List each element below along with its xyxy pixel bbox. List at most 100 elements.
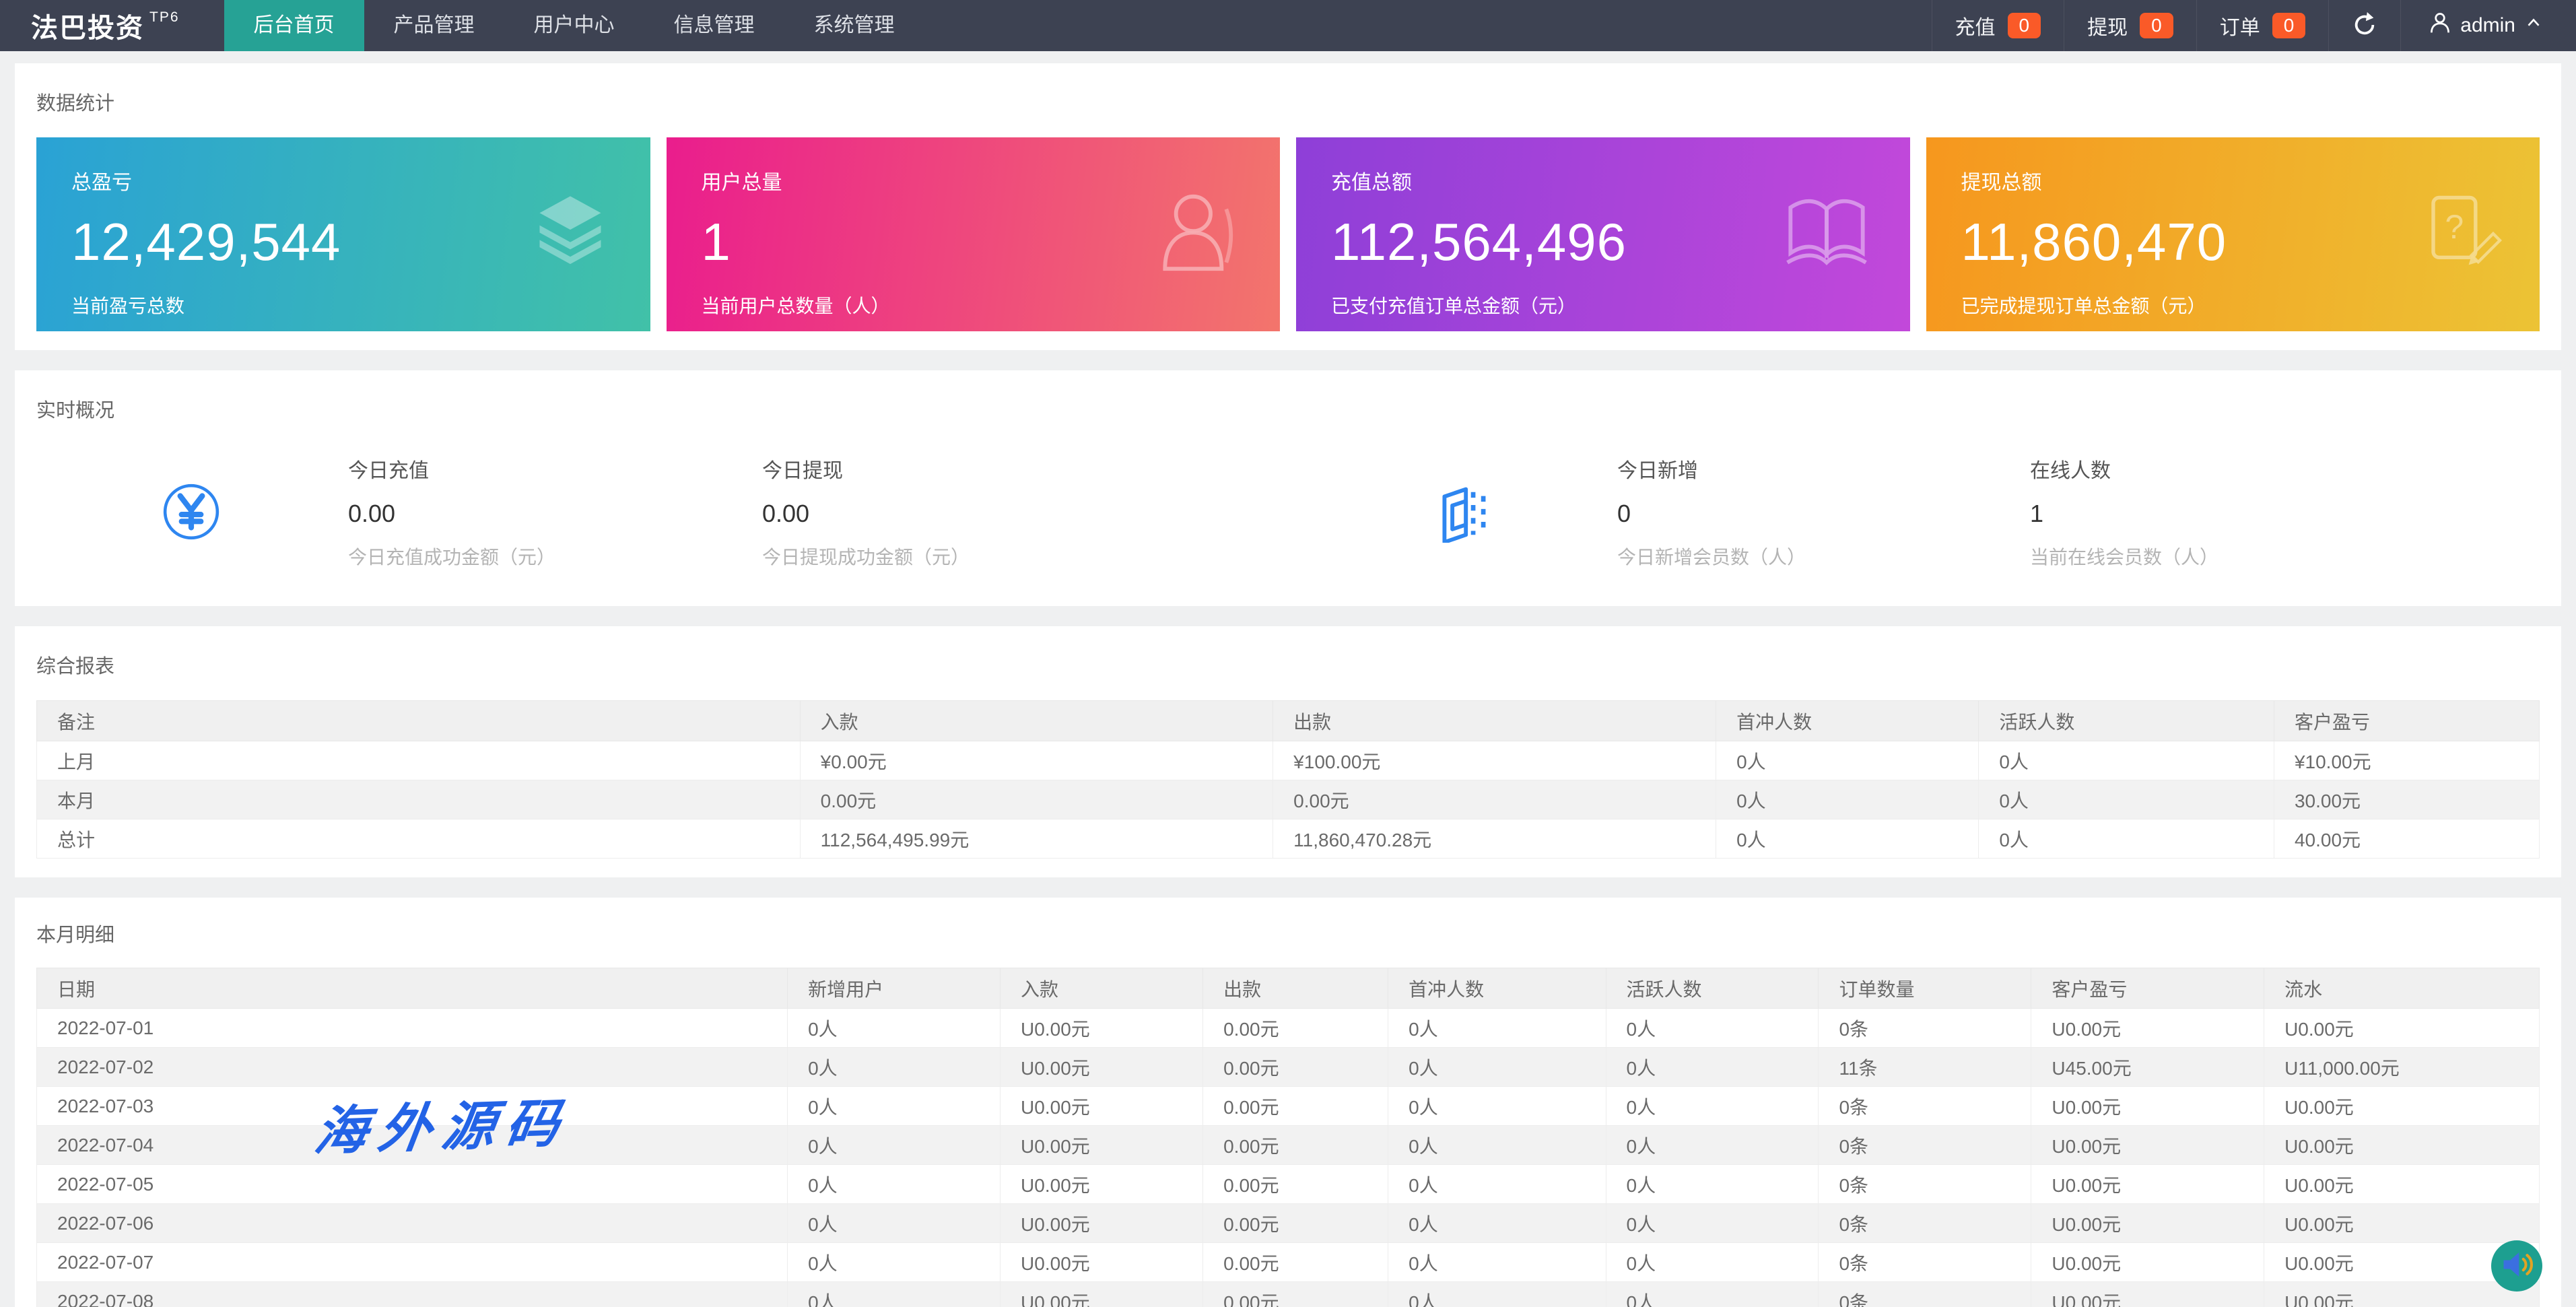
table-cell: U0.00元 (1000, 1047, 1204, 1087)
table-cell: U0.00元 (2031, 1164, 2265, 1204)
stat-card-total-recharge: 充值总额 112,564,496 已支付充值订单总金额（元） (1296, 137, 1910, 331)
realtime-label: 在线人数 (2030, 460, 2111, 482)
month-detail-title: 本月明细 (36, 925, 115, 946)
menu-item-dashboard[interactable]: 后台首页 (224, 0, 364, 51)
nav-orders[interactable]: 订单 0 (2196, 0, 2329, 51)
table-cell: ¥100.00元 (1273, 741, 1717, 780)
table-row: 上月 ¥0.00元 ¥100.00元 0人 0人 ¥10.00元 (36, 741, 2540, 780)
table-cell: U0.00元 (2264, 1125, 2540, 1165)
table-cell: 0.00元 (1202, 1047, 1389, 1087)
table-cell: U0.00元 (2031, 1242, 2265, 1282)
month-detail-panel: 本月明细 日期 新增用户 入款 出款 首冲人数 活跃人数 订单数量 客户盈亏 流水 2022-07… (15, 898, 2561, 1307)
nav-withdraw[interactable]: 提现 0 (2064, 0, 2196, 51)
table-cell: 0人 (1716, 819, 1979, 859)
table-cell: 0条 (1818, 1203, 2032, 1243)
table-cell: 0人 (1388, 1086, 1606, 1126)
table-header-cell: 客户盈亏 (2031, 968, 2265, 1009)
table-cell: ¥0.00元 (799, 741, 1274, 780)
table-header-cell: 流水 (2264, 968, 2540, 1009)
refresh-button[interactable] (2328, 0, 2400, 51)
table-cell: 0人 (787, 1086, 1001, 1126)
realtime-item-today-new: 今日新增 0 今日新增会员数（人） (1617, 454, 2030, 570)
summary-report-title: 综合报表 (36, 656, 115, 677)
sound-toggle-button[interactable] (2491, 1240, 2542, 1292)
table-cell: 0人 (1605, 1281, 1819, 1307)
file-question-icon: ? (2416, 189, 2503, 280)
table-cell: 11条 (1818, 1047, 2032, 1087)
table-header-cell: 入款 (1000, 968, 1204, 1009)
realtime-desc: 今日提现成功金额（元） (762, 547, 970, 568)
svg-text:?: ? (2445, 208, 2464, 246)
menu-item-users[interactable]: 用户中心 (504, 0, 644, 51)
realtime-desc: 今日充值成功金额（元） (348, 547, 556, 568)
stat-card-total-users: 用户总量 1 当前用户总数量（人） (666, 137, 1280, 331)
table-cell: U0.00元 (1000, 1164, 1204, 1204)
table-cell: U0.00元 (1000, 1086, 1204, 1126)
book-icon (1780, 186, 1874, 283)
table-cell: 0人 (1978, 780, 2274, 819)
table-row: 2022-07-02 0人 U0.00元 0.00元 0人 0人 11条 U45.00元 U11… (36, 1047, 2540, 1087)
user-menu[interactable]: admin (2400, 0, 2576, 51)
table-header-cell: 客户盈亏 (2273, 700, 2540, 741)
refresh-icon (2352, 11, 2377, 40)
main-menu: 后台首页 产品管理 用户中心 信息管理 系统管理 (224, 0, 924, 51)
table-cell: 0人 (1605, 1047, 1819, 1087)
realtime-value: 0 (1617, 500, 1631, 527)
realtime-label: 今日充值 (348, 460, 429, 482)
month-detail-table: 日期 新增用户 入款 出款 首冲人数 活跃人数 订单数量 客户盈亏 流水 2022-07-01 0人… (36, 968, 2540, 1307)
menu-item-system[interactable]: 系统管理 (784, 0, 924, 51)
speaker-icon (2499, 1247, 2534, 1285)
table-cell: 0人 (1388, 1203, 1606, 1243)
nav-recharge[interactable]: 充值 0 (1931, 0, 2064, 51)
table-header-cell: 活跃人数 (1605, 968, 1819, 1009)
stat-card-desc: 当前盈亏总数 (71, 296, 185, 316)
table-cell: 0条 (1818, 1008, 2032, 1048)
table-cell: U0.00元 (2264, 1008, 2540, 1048)
stat-cards: 总盈亏 12,429,544 当前盈亏总数 用户总量 1 当前用户总数量（人） (36, 137, 2540, 331)
table-cell: 0人 (1388, 1008, 1606, 1048)
table-cell: U0.00元 (2031, 1008, 2265, 1048)
summary-report-panel: 综合报表 备注 入款 出款 首冲人数 活跃人数 客户盈亏 上月 ¥0.00元 ¥100.00元 0… (15, 626, 2561, 877)
nav-withdraw-label: 提现 (2087, 17, 2128, 39)
table-header-row: 备注 入款 出款 首冲人数 活跃人数 客户盈亏 (36, 700, 2540, 741)
realtime-value: 0.00 (762, 500, 810, 527)
table-cell: 本月 (36, 780, 801, 819)
page-content: 数据统计 总盈亏 12,429,544 当前盈亏总数 用户总量 1 当前用户总数… (0, 51, 2576, 1307)
nav-orders-label: 订单 (2219, 17, 2260, 39)
table-row: 2022-07-05 0人 U0.00元 0.00元 0人 0人 0条 U0.00元 U0.00… (36, 1164, 2540, 1204)
realtime-value: 0.00 (348, 500, 396, 527)
menu-item-products[interactable]: 产品管理 (364, 0, 504, 51)
table-cell: 0人 (787, 1242, 1001, 1282)
table-header-cell: 首冲人数 (1716, 700, 1979, 741)
user-name: admin (2460, 14, 2515, 36)
table-cell: 0人 (1388, 1047, 1606, 1087)
table-row: 本月 0.00元 0.00元 0人 0人 30.00元 (36, 780, 2540, 819)
table-cell: 0条 (1818, 1086, 2032, 1126)
brand-version: TP6 (149, 9, 180, 25)
table-header-cell: 入款 (799, 700, 1274, 741)
chevron-up-icon (2523, 13, 2544, 38)
table-cell: 2022-07-02 (36, 1047, 788, 1087)
realtime-item-today-withdraw: 今日提现 0.00 今日提现成功金额（元） (762, 454, 1432, 570)
top-navbar: 法巴投资 TP6 后台首页 产品管理 用户中心 信息管理 系统管理 充值 0 提… (0, 0, 2576, 51)
table-cell: 0人 (787, 1008, 1001, 1048)
table-cell: U45.00元 (2031, 1047, 2265, 1087)
table-cell: 上月 (36, 741, 801, 780)
yen-circle-icon (160, 481, 222, 543)
table-cell: U0.00元 (2031, 1281, 2265, 1307)
menu-item-info[interactable]: 信息管理 (644, 0, 784, 51)
table-cell: U11,000.00元 (2264, 1047, 2540, 1087)
table-cell: 0条 (1818, 1281, 2032, 1307)
realtime-desc: 今日新增会员数（人） (1617, 547, 1806, 568)
table-row: 2022-07-03 0人 U0.00元 0.00元 0人 0人 0条 U0.00元 U0.00… (36, 1086, 2540, 1126)
user-icon (2428, 11, 2452, 40)
table-header-row: 日期 新增用户 入款 出款 首冲人数 活跃人数 订单数量 客户盈亏 流水 (36, 968, 2540, 1009)
table-cell: U0.00元 (2031, 1086, 2265, 1126)
table-header-cell: 活跃人数 (1978, 700, 2274, 741)
orders-badge: 0 (2272, 13, 2306, 38)
table-cell: U0.00元 (1000, 1242, 1204, 1282)
stat-card-total-withdraw: 提现总额 11,860,470 已完成提现订单总金额（元） ? (1926, 137, 2540, 331)
table-row: 2022-07-07 0人 U0.00元 0.00元 0人 0人 0条 U0.00元 U0.00… (36, 1242, 2540, 1282)
brand-name: 法巴投资 (31, 13, 144, 43)
stats-panel: 数据统计 总盈亏 12,429,544 当前盈亏总数 用户总量 1 当前用户总数… (15, 63, 2561, 350)
